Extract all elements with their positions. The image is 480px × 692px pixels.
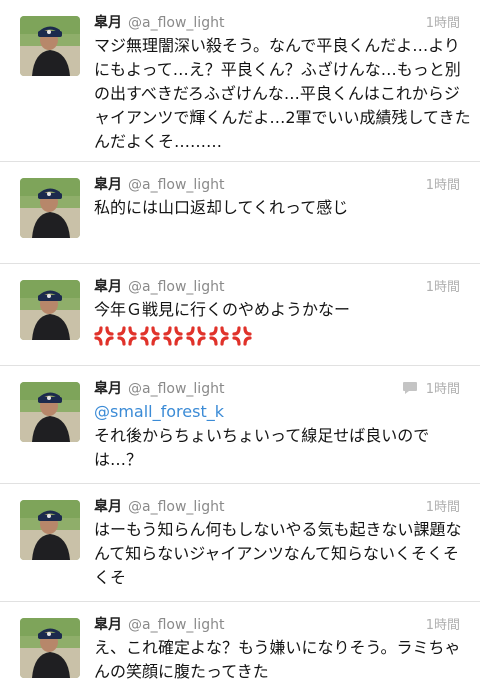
display-name[interactable]: 皐月 xyxy=(94,496,122,516)
tweet-header: 皐月 @a_flow_light xyxy=(94,614,472,636)
anger-symbol-icon xyxy=(140,326,160,346)
tweet-text: 今年Ｇ戦見に行くのやめようかなー xyxy=(94,300,351,319)
tweet-meta: 1時間 xyxy=(402,378,460,397)
timestamp: 1時間 xyxy=(425,500,460,515)
timestamp: 1時間 xyxy=(425,178,460,193)
avatar[interactable] xyxy=(20,618,80,678)
avatar[interactable] xyxy=(20,500,80,560)
tweet-text: はーもう知らん何もしないやる気も起きない課題なんて知らないジャイアンツなんて知ら… xyxy=(94,520,462,587)
display-name[interactable]: 皐月 xyxy=(94,276,122,296)
avatar[interactable] xyxy=(20,16,80,76)
tweet-meta: 1時間 xyxy=(426,496,460,515)
tweet[interactable]: 皐月 @a_flow_light 1時間 はーもう知らん何もしないやる気も起きな… xyxy=(0,484,480,602)
avatar-photo-icon xyxy=(20,618,80,678)
tweet-meta: 1時間 xyxy=(426,276,460,295)
tweet-meta: 1時間 xyxy=(426,614,460,633)
tweet-text: それ後からちょいちょいって線足せば良いのでは…？ xyxy=(94,426,430,469)
tweet-header: 皐月 @a_flow_light xyxy=(94,496,472,518)
avatar-photo-icon xyxy=(20,500,80,560)
tweet-header: 皐月 @a_flow_light xyxy=(94,276,472,298)
tweet[interactable]: 皐月 @a_flow_light 1時間 マジ無理闇深い殺そう。なんで平良くんだ… xyxy=(0,0,480,162)
tweet-text: 私的には山口返却してくれって感じ xyxy=(94,198,349,217)
display-name[interactable]: 皐月 xyxy=(94,378,122,398)
user-handle[interactable]: @a_flow_light xyxy=(128,499,224,515)
anger-symbol-icon xyxy=(186,326,206,346)
anger-symbol-icon xyxy=(232,326,252,346)
avatar[interactable] xyxy=(20,178,80,238)
timeline: 皐月 @a_flow_light 1時間 マジ無理闇深い殺そう。なんで平良くんだ… xyxy=(0,0,480,692)
tweet[interactable]: 皐月 @a_flow_light 1時間 私的には山口返却してくれって感じ xyxy=(0,162,480,264)
tweet[interactable]: 皐月 @a_flow_light 1時間 @small_forest_k それ後… xyxy=(0,366,480,484)
tweet-header: 皐月 @a_flow_light xyxy=(94,174,472,196)
anger-symbol-icon xyxy=(94,326,114,346)
avatar[interactable] xyxy=(20,280,80,340)
anger-symbol-icon xyxy=(163,326,183,346)
tweet[interactable]: 皐月 @a_flow_light 1時間 今年Ｇ戦見に行くのやめようかなー xyxy=(0,264,480,366)
avatar-photo-icon xyxy=(20,16,80,76)
timestamp: 1時間 xyxy=(425,280,460,295)
avatar-photo-icon xyxy=(20,178,80,238)
tweet-header: 皐月 @a_flow_light xyxy=(94,12,472,34)
user-handle[interactable]: @a_flow_light xyxy=(128,381,224,397)
avatar[interactable] xyxy=(20,382,80,442)
anger-symbol-icon xyxy=(209,326,229,346)
display-name[interactable]: 皐月 xyxy=(94,174,122,194)
user-handle[interactable]: @a_flow_light xyxy=(128,279,224,295)
anger-symbol-icon xyxy=(117,326,137,346)
tweet[interactable]: 皐月 @a_flow_light 1時間 え、これ確定よな？もう嫌いになりそう。… xyxy=(0,602,480,692)
tweet-meta: 1時間 xyxy=(426,12,460,31)
timestamp: 1時間 xyxy=(425,16,460,31)
mention-link[interactable]: @small_forest_k xyxy=(94,400,472,424)
user-handle[interactable]: @a_flow_light xyxy=(128,617,224,633)
tweet-text: マジ無理闇深い殺そう。なんで平良くんだよ…よりにもよって…え？平良くん？ふざけん… xyxy=(94,36,471,151)
speech-bubble-icon[interactable] xyxy=(402,381,418,395)
avatar-photo-icon xyxy=(20,280,80,340)
tweet-text: え、これ確定よな？もう嫌いになりそう。ラミちゃんの笑顔に腹たってきた xyxy=(94,638,461,681)
tweet-meta: 1時間 xyxy=(426,174,460,193)
user-handle[interactable]: @a_flow_light xyxy=(128,177,224,193)
emoji-row xyxy=(94,326,472,346)
timestamp: 1時間 xyxy=(425,382,460,397)
timestamp: 1時間 xyxy=(425,618,460,633)
display-name[interactable]: 皐月 xyxy=(94,12,122,32)
display-name[interactable]: 皐月 xyxy=(94,614,122,634)
avatar-photo-icon xyxy=(20,382,80,442)
user-handle[interactable]: @a_flow_light xyxy=(128,15,224,31)
